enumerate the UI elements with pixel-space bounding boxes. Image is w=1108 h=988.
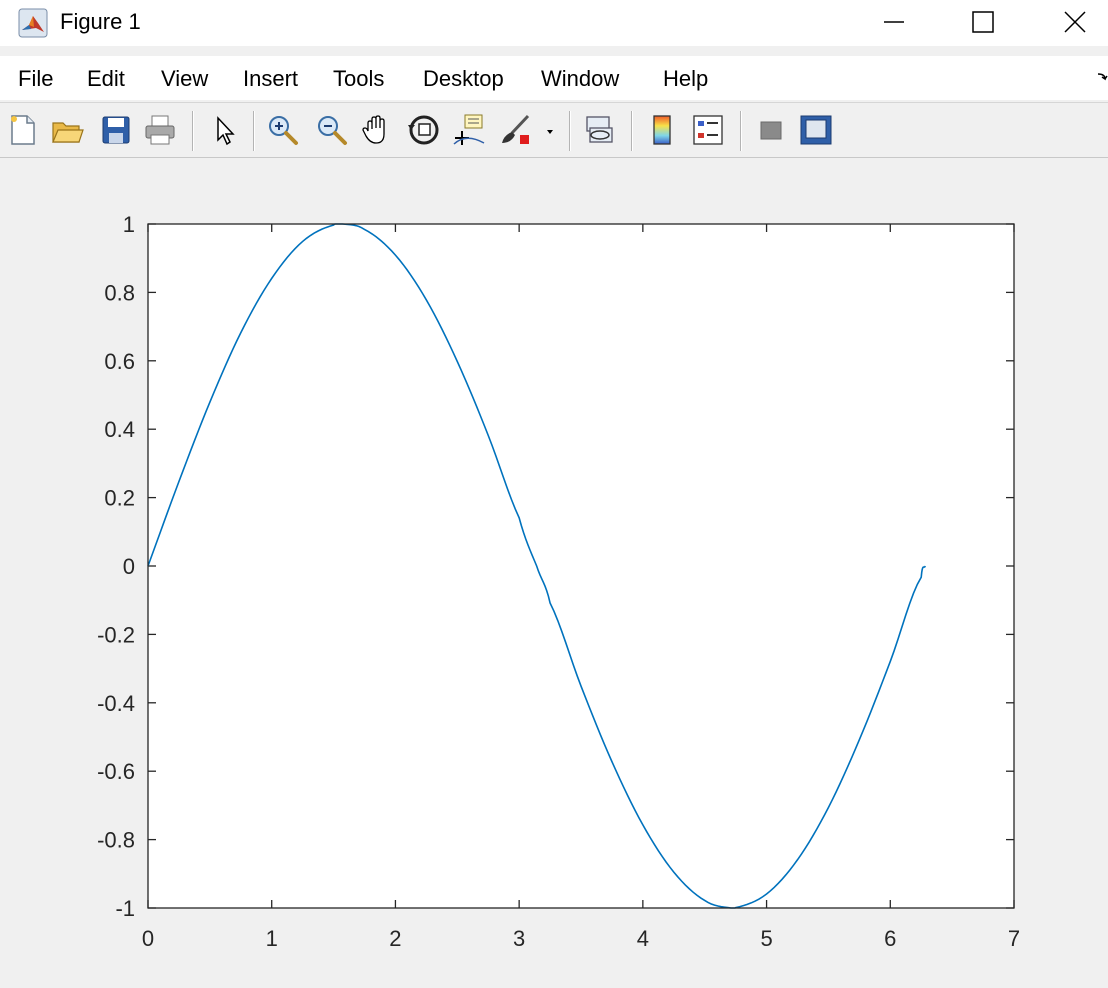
pan-hand-icon: [362, 115, 385, 144]
minimize-button[interactable]: [846, 0, 938, 46]
edit-plot-arrow-icon: [217, 116, 235, 146]
toolbar-separator: [569, 111, 571, 151]
show-plot-tools-button[interactable]: [799, 113, 833, 147]
y-tick-label: 0.6: [104, 349, 135, 374]
rotate-3d-button[interactable]: [407, 113, 441, 147]
figure-canvas: 0 1 2 3 4 5 6 7 -1 -0.8 -0.6 -0.4 -0.2 0 0.2 0.4 0.6 0.8…: [0, 158, 1108, 988]
toolbar-separator: [631, 111, 633, 151]
axes[interactable]: 0 1 2 3 4 5 6 7 -1 -0.8 -0.6 -0.4 -0.2 0 0.2 0.4 0.6 0.8…: [0, 158, 1108, 988]
y-tick-label: -0.6: [97, 759, 135, 784]
menu-bar: File Edit View Insert Tools Desktop Wind…: [0, 56, 1108, 100]
y-tick-label: -0.2: [97, 622, 135, 647]
new-figure-icon: [11, 115, 35, 145]
y-tick-label: -0.4: [97, 691, 135, 716]
y-tick-label: -0.8: [97, 828, 135, 853]
print-button[interactable]: [143, 113, 177, 147]
menu-tools[interactable]: Tools: [333, 66, 384, 92]
save-icon: [102, 116, 130, 144]
brush-button[interactable]: [498, 113, 532, 147]
new-figure-button[interactable]: [6, 113, 40, 147]
hide-plot-tools-button[interactable]: [754, 113, 788, 147]
x-tick-label: 4: [637, 926, 649, 951]
print-icon: [145, 115, 175, 145]
toolbar-separator: [740, 111, 742, 151]
brush-icon: [502, 114, 530, 144]
link-plot-button[interactable]: [582, 113, 616, 147]
title-bar: Figure 1: [0, 0, 1108, 46]
menu-insert[interactable]: Insert: [243, 66, 298, 92]
menu-file[interactable]: File: [18, 66, 53, 92]
menu-view[interactable]: View: [161, 66, 208, 92]
menu-window[interactable]: Window: [541, 66, 619, 92]
brush-dropdown-button[interactable]: [540, 113, 560, 147]
zoom-out-icon: [318, 116, 347, 145]
insert-legend-button[interactable]: [691, 113, 725, 147]
close-icon: [1064, 11, 1086, 33]
maximize-icon: [972, 11, 994, 33]
brush-dropdown-icon: [547, 130, 553, 134]
x-tick-label: 5: [760, 926, 772, 951]
insert-legend-icon: [693, 115, 723, 145]
edit-plot-button[interactable]: [208, 113, 242, 147]
x-tick-labels: 0 1 2 3 4 5 6 7: [142, 926, 1020, 951]
x-tick-label: 0: [142, 926, 154, 951]
insert-colorbar-button[interactable]: [645, 113, 679, 147]
figure-toolbar: [0, 102, 1108, 158]
x-tick-label: 2: [389, 926, 401, 951]
menu-overflow-icon[interactable]: [1096, 70, 1108, 86]
menu-desktop[interactable]: Desktop: [423, 66, 504, 92]
y-tick-labels: -1 -0.8 -0.6 -0.4 -0.2 0 0.2 0.4 0.6 0.8 1: [97, 212, 135, 921]
data-cursor-icon: [453, 114, 485, 145]
y-tick-label: 1: [123, 212, 135, 237]
insert-colorbar-icon: [653, 115, 671, 145]
x-tick-label: 3: [513, 926, 525, 951]
x-tick-label: 1: [266, 926, 278, 951]
show-plot-tools-icon: [800, 115, 832, 145]
menu-edit[interactable]: Edit: [87, 66, 125, 92]
zoom-in-button[interactable]: [266, 113, 300, 147]
save-button[interactable]: [99, 113, 133, 147]
toolbar-separator: [192, 111, 194, 151]
hide-plot-tools-icon: [760, 121, 782, 140]
rotate-3d-icon: [408, 115, 439, 145]
y-tick-label: 0.2: [104, 486, 135, 511]
y-tick-label: 0: [123, 554, 135, 579]
matlab-logo-icon[interactable]: [18, 8, 48, 38]
x-tick-label: 6: [884, 926, 896, 951]
open-file-button[interactable]: [50, 113, 84, 147]
axes-background: [148, 224, 1014, 908]
y-tick-label: 0.4: [104, 417, 135, 442]
open-file-icon: [52, 122, 84, 143]
window-title: Figure 1: [60, 9, 141, 34]
y-tick-label: 0.8: [104, 280, 135, 305]
toolbar-separator: [253, 111, 255, 151]
y-tick-label: -1: [115, 896, 135, 921]
x-tick-label: 7: [1008, 926, 1020, 951]
close-button[interactable]: [1030, 0, 1108, 46]
data-cursor-button[interactable]: [452, 113, 486, 147]
maximize-button[interactable]: [938, 0, 1030, 46]
pan-button[interactable]: [360, 113, 394, 147]
minimize-icon: [884, 21, 904, 23]
zoom-out-button[interactable]: [315, 113, 349, 147]
zoom-in-icon: [269, 116, 298, 145]
menu-help[interactable]: Help: [663, 66, 708, 92]
link-plot-icon: [586, 116, 613, 143]
